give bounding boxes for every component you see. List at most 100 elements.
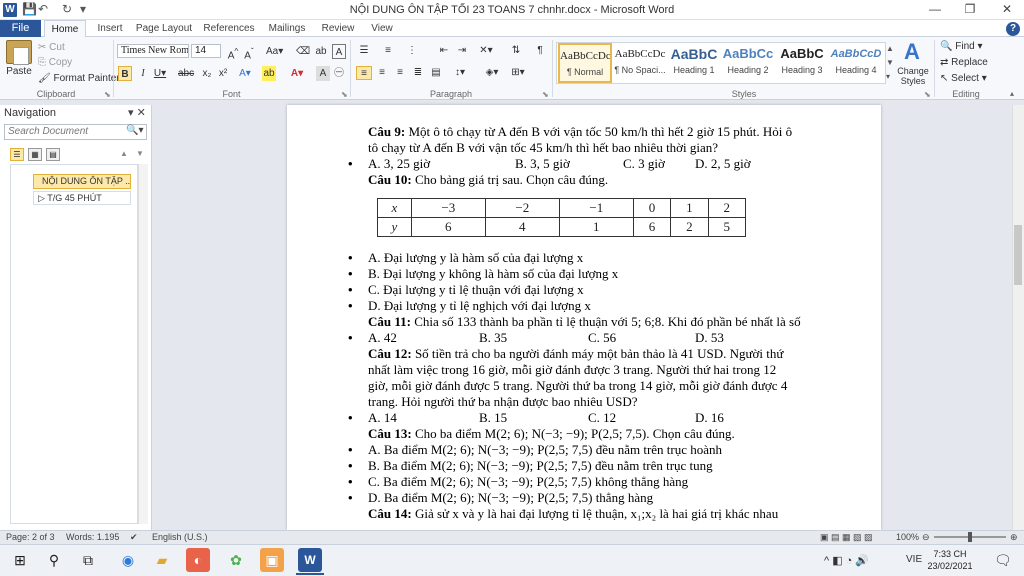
tab-view[interactable]: View: [364, 20, 400, 37]
heading-item[interactable]: ▷ T/G 45 PHÚT: [33, 191, 131, 205]
select-button[interactable]: ↖ Select ▾: [940, 73, 987, 84]
app-icon-2[interactable]: ▣: [260, 548, 284, 572]
restore-button[interactable]: ❐: [955, 2, 985, 16]
edge-browser-icon[interactable]: ◉: [116, 548, 140, 572]
paragraph-launcher-icon[interactable]: ⬊: [542, 90, 549, 99]
heading-item-active[interactable]: NỘI DUNG ÔN TẬP ...: [33, 174, 131, 189]
distributed-icon[interactable]: ▤: [428, 66, 444, 80]
italic-icon[interactable]: I: [136, 66, 150, 81]
tab-insert[interactable]: Insert: [90, 20, 130, 37]
paste-button[interactable]: Paste: [4, 66, 34, 77]
language-indicator[interactable]: English (U.S.): [152, 530, 208, 544]
bullets-icon[interactable]: ☰: [356, 44, 372, 58]
task-view-icon[interactable]: ⧉: [76, 548, 100, 572]
align-right-icon[interactable]: ≡: [392, 66, 408, 80]
shrink-font-icon[interactable]: Aˇ: [242, 44, 256, 61]
style-heading-3[interactable]: AaBbC Heading 3: [775, 43, 829, 83]
browse-pages-tab[interactable]: ▦: [28, 148, 42, 161]
paste-icon[interactable]: [6, 40, 32, 65]
bold-icon[interactable]: B: [118, 66, 132, 81]
input-language[interactable]: VIE: [906, 554, 922, 565]
tab-home[interactable]: Home: [44, 20, 86, 37]
zoom-level[interactable]: 100%: [896, 530, 919, 544]
font-name-box[interactable]: Times New Rom: [117, 44, 189, 58]
replace-button[interactable]: ⇄ Replace: [940, 57, 988, 68]
character-border-icon[interactable]: A: [332, 44, 346, 59]
style-heading-1[interactable]: AaBbC Heading 1: [667, 43, 721, 83]
character-shading-icon[interactable]: A: [316, 66, 330, 81]
superscript-icon[interactable]: x²: [216, 66, 230, 81]
find-button[interactable]: 🔍 Find ▾: [940, 41, 983, 52]
browse-results-tab[interactable]: ▤: [46, 148, 60, 161]
collapse-ribbon-icon[interactable]: ▴: [1010, 89, 1014, 98]
coccoc-browser-icon[interactable]: ◐: [186, 548, 210, 572]
change-styles-icon[interactable]: A: [900, 40, 924, 64]
styles-scroll-down-icon[interactable]: ▼: [886, 58, 894, 67]
navigation-options-close[interactable]: ▾ ✕: [128, 106, 146, 119]
zoom-out-icon[interactable]: ⊖: [922, 530, 930, 544]
windows-start-icon[interactable]: ⊞: [8, 548, 32, 572]
font-color-icon[interactable]: A▾: [290, 66, 304, 81]
clock[interactable]: 7:33 CH 23/02/2021: [924, 548, 976, 572]
tab-file[interactable]: File: [0, 20, 41, 37]
phonetic-guide-icon[interactable]: ab: [314, 44, 328, 59]
browse-headings-tab[interactable]: ☰: [10, 148, 24, 161]
justify-icon[interactable]: ≣: [410, 66, 426, 80]
navigation-scrollbar[interactable]: [138, 164, 148, 524]
system-tray-icons[interactable]: ^ ◧ ◔ 🔊: [824, 554, 869, 567]
tab-page-layout[interactable]: Page Layout: [134, 20, 194, 37]
tab-references[interactable]: References: [200, 20, 258, 37]
change-case-icon[interactable]: Aa▾: [266, 44, 283, 59]
style-heading-4[interactable]: AaBbCcD Heading 4: [829, 43, 883, 83]
align-center-icon[interactable]: ≡: [374, 66, 390, 80]
minimize-button[interactable]: —: [920, 2, 950, 16]
page-count[interactable]: Page: 2 of 3: [6, 530, 55, 544]
styles-launcher-icon[interactable]: ⬊: [924, 90, 931, 99]
strikethrough-icon[interactable]: abc: [178, 66, 194, 81]
zoom-in-icon[interactable]: ⊕: [1010, 530, 1018, 544]
help-icon[interactable]: ?: [1006, 22, 1020, 36]
copy-button[interactable]: ⎘ Copy: [38, 57, 72, 68]
view-buttons[interactable]: ▣ ▤ ▦ ▧ ▨: [820, 530, 873, 544]
word-count[interactable]: Words: 1.195: [66, 530, 119, 544]
style-heading-2[interactable]: AaBbCc Heading 2: [721, 43, 775, 83]
clipboard-launcher-icon[interactable]: ⬊: [104, 90, 111, 99]
multilevel-list-icon[interactable]: ⋮: [404, 44, 420, 58]
enclose-characters-icon[interactable]: ㊀: [332, 66, 346, 81]
text-effects-icon[interactable]: A▾: [238, 66, 252, 81]
search-icon[interactable]: 🔍▾: [126, 125, 143, 136]
clear-formatting-icon[interactable]: ⌫: [296, 44, 310, 59]
proofing-icon[interactable]: ✔: [130, 530, 138, 544]
format-painter-button[interactable]: 🖌 Format Painter: [38, 73, 120, 84]
style-no-spacing[interactable]: AaBbCcDc ¶ No Spaci...: [613, 43, 667, 83]
notifications-icon[interactable]: 🗨: [994, 552, 1012, 569]
decrease-indent-icon[interactable]: ⇤: [436, 44, 452, 58]
cut-button[interactable]: ✂ Cut: [38, 42, 65, 53]
tab-review[interactable]: Review: [318, 20, 358, 37]
sort-icon[interactable]: ⇅: [508, 44, 524, 58]
file-explorer-icon[interactable]: ▰: [150, 548, 174, 572]
styles-scroll-up-icon[interactable]: ▲: [886, 44, 894, 53]
increase-indent-icon[interactable]: ⇥: [454, 44, 470, 58]
word-taskbar-icon[interactable]: W: [298, 548, 322, 572]
numbering-icon[interactable]: ≡: [380, 44, 396, 58]
font-size-box[interactable]: 14: [191, 44, 221, 58]
subscript-icon[interactable]: x₂: [200, 66, 214, 81]
line-spacing-icon[interactable]: ↕▾: [452, 66, 468, 80]
styles-more-icon[interactable]: ▾: [886, 72, 890, 81]
shading-icon[interactable]: ◈▾: [484, 66, 500, 80]
grow-font-icon[interactable]: A^: [226, 44, 240, 61]
style-normal[interactable]: AaBbCcDc ¶ Normal: [558, 43, 612, 83]
zoom-slider-thumb[interactable]: [968, 532, 972, 542]
borders-icon[interactable]: ⊞▾: [510, 66, 526, 80]
font-launcher-icon[interactable]: ⬊: [341, 90, 348, 99]
show-marks-icon[interactable]: ¶: [532, 44, 548, 58]
previous-heading-icon[interactable]: ▲: [120, 149, 128, 158]
app-icon[interactable]: ✿: [224, 548, 248, 572]
change-styles-button[interactable]: Change Styles: [894, 66, 932, 86]
close-button[interactable]: ✕: [992, 2, 1022, 16]
asian-layout-icon[interactable]: ✕▾: [478, 44, 494, 58]
scrollbar-thumb[interactable]: [1014, 225, 1022, 285]
align-left-icon[interactable]: ≡: [356, 66, 372, 80]
next-heading-icon[interactable]: ▼: [136, 149, 144, 158]
